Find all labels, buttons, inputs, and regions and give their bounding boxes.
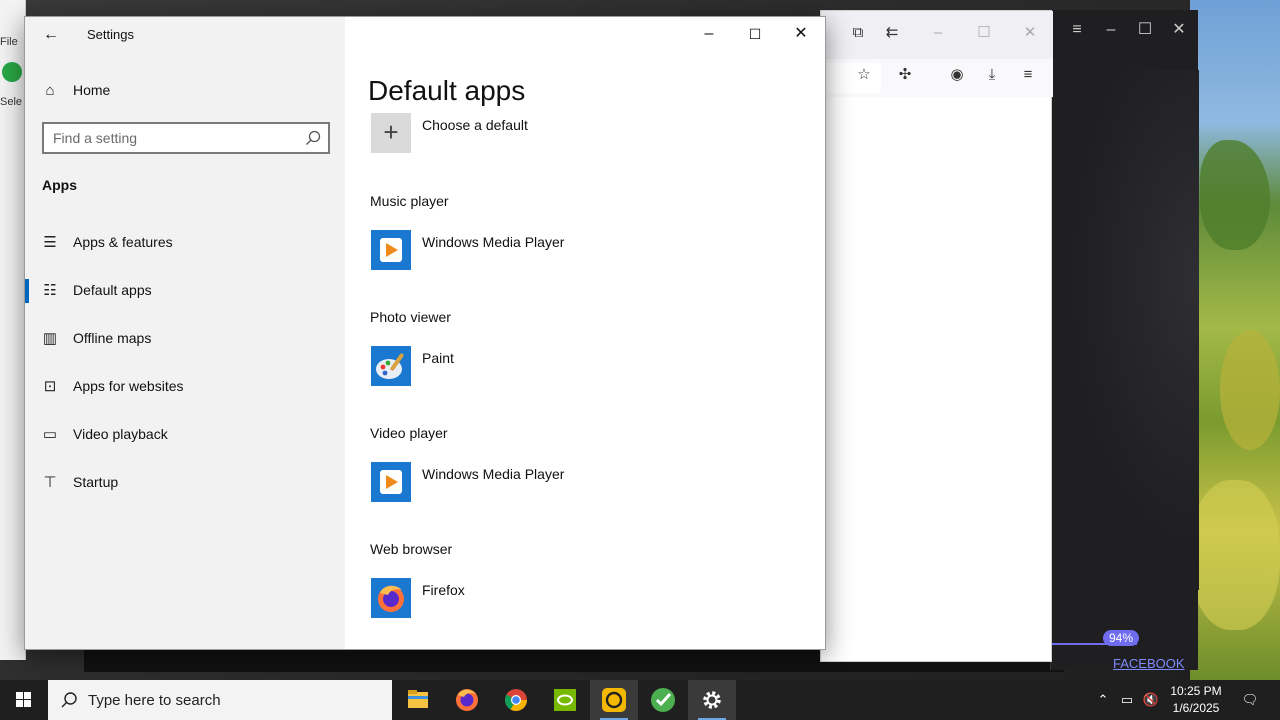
search-icon[interactable] <box>304 129 322 147</box>
system-clock[interactable]: 10:25 PM 1/6/2025 <box>1160 683 1232 717</box>
minimize-icon[interactable]: – <box>1099 20 1123 40</box>
taskbar-search-box[interactable]: Type here to search <box>48 680 392 720</box>
plus-icon: + <box>371 113 411 153</box>
taskbar-search-placeholder: Type here to search <box>88 692 221 709</box>
start-button[interactable] <box>0 680 48 720</box>
list-icon: ☰ <box>43 234 57 251</box>
minimize-icon[interactable]: – <box>927 22 949 44</box>
taskbar-nvidia[interactable] <box>541 680 589 720</box>
clock-time: 10:25 PM <box>1170 684 1222 698</box>
startup-icon: ⊤ <box>43 474 57 491</box>
gear-icon <box>703 691 721 709</box>
minimize-button[interactable]: – <box>686 17 732 51</box>
taskbar: Type here to search ⌃ ▭ 🔇 10:25 PM 1/6/2… <box>0 680 1280 720</box>
volume-muted-icon[interactable]: 🔇 <box>1140 680 1162 720</box>
windows-logo-icon <box>16 692 31 707</box>
hamburger-icon[interactable]: ≡ <box>1065 20 1089 40</box>
clock-date: 1/6/2025 <box>1172 701 1220 715</box>
photo-viewer-app-button[interactable]: Paint <box>371 346 691 388</box>
video-player-app-button[interactable]: Windows Media Player <box>371 462 691 504</box>
network-icon[interactable]: ▭ <box>1116 680 1138 720</box>
menu-icon[interactable]: ≡ <box>1017 64 1039 86</box>
maximize-icon[interactable]: ☐ <box>973 22 995 44</box>
taskbar-file-explorer[interactable] <box>394 680 442 720</box>
back-list-icon[interactable]: ⇇ <box>881 22 903 44</box>
chrome-icon <box>505 689 527 711</box>
category-web-browser: Web browser <box>370 541 453 557</box>
taskbar-firefox[interactable] <box>443 680 491 720</box>
home-icon: ⌂ <box>45 82 55 99</box>
taskbar-yellow-app[interactable] <box>590 680 638 720</box>
menu-file-label: File <box>0 36 18 48</box>
facebook-link[interactable]: FACEBOOK <box>1113 656 1185 671</box>
screenshot-icon[interactable]: ⧉ <box>847 22 869 44</box>
settings-window: ← Settings ⌂ Home Apps ☰ Apps & features… <box>24 16 826 650</box>
nav-default-apps[interactable]: ☷ Default apps <box>25 271 345 311</box>
choose-default-button[interactable]: + Choose a default <box>371 113 671 155</box>
search-input[interactable] <box>44 124 294 152</box>
windows-media-player-icon <box>371 230 411 270</box>
account-icon[interactable]: ◉ <box>946 64 968 86</box>
back-arrow-icon[interactable]: ← <box>37 23 65 47</box>
taskbar-green-app[interactable] <box>639 680 687 720</box>
close-icon[interactable]: ✕ <box>1019 22 1041 44</box>
section-heading-apps: Apps <box>42 177 77 193</box>
close-button[interactable]: ✕ <box>778 17 824 51</box>
paint-icon <box>371 346 411 386</box>
select-label: Sele <box>0 96 23 108</box>
bookmark-star-icon[interactable]: ☆ <box>853 64 875 86</box>
windows-media-player-icon <box>371 462 411 502</box>
active-indicator <box>25 279 29 303</box>
progress-badge: 94% <box>1103 630 1140 646</box>
find-setting-search[interactable] <box>42 122 330 154</box>
page-title: Default apps <box>368 75 526 106</box>
nav-home[interactable]: ⌂ Home <box>25 71 345 111</box>
firefox-icon <box>371 578 411 618</box>
app-yellow-icon <box>602 688 626 712</box>
green-circle-icon <box>2 62 22 82</box>
taskbar-chrome[interactable] <box>492 680 540 720</box>
category-video-player: Video player <box>370 425 448 441</box>
background-dark-window[interactable]: ≡ – ☐ ✕ 94% FACEBOOK <box>1050 10 1199 671</box>
search-icon <box>61 692 77 708</box>
extensions-icon[interactable]: ✣ <box>894 64 916 86</box>
nav-apps-for-websites[interactable]: ⊡ Apps for websites <box>25 367 345 407</box>
maximize-button[interactable]: ☐ <box>732 17 778 51</box>
settings-content: – ☐ ✕ Default apps + Choose a default Mu… <box>345 17 825 649</box>
music-player-app-button[interactable]: Windows Media Player <box>371 230 691 272</box>
map-icon: ▥ <box>42 330 58 347</box>
notification-icon[interactable]: 🗨 <box>1238 680 1262 720</box>
app-green-icon <box>651 688 675 712</box>
nav-apps-features[interactable]: ☰ Apps & features <box>25 223 345 263</box>
video-icon: ▭ <box>42 426 58 443</box>
close-icon[interactable]: ✕ <box>1167 20 1191 40</box>
category-music-player: Music player <box>370 193 449 209</box>
nav-startup[interactable]: ⊤ Startup <box>25 463 345 503</box>
category-photo-viewer: Photo viewer <box>370 309 451 325</box>
maximize-icon[interactable]: ☐ <box>1133 20 1157 40</box>
taskbar-settings[interactable] <box>688 680 736 720</box>
nav-offline-maps[interactable]: ▥ Offline maps <box>25 319 345 359</box>
show-hidden-icons-chevron-icon[interactable]: ⌃ <box>1094 680 1112 720</box>
background-app-left[interactable]: File Sele <box>0 0 26 660</box>
nvidia-icon <box>554 689 576 711</box>
wallpaper-trees <box>1190 0 1280 680</box>
download-icon[interactable]: ⤓ <box>981 64 1003 86</box>
window-title: Settings <box>87 27 134 42</box>
firefox-icon <box>456 689 478 711</box>
settings-sidebar: ← Settings ⌂ Home Apps ☰ Apps & features… <box>25 17 345 649</box>
web-apps-icon: ⊡ <box>43 378 57 395</box>
background-browser-window[interactable]: ⧉ ⇇ – ☐ ✕ ☆ ✣ ◉ ⤓ ≡ <box>820 10 1053 662</box>
web-browser-app-button[interactable]: Firefox <box>371 578 691 620</box>
default-apps-icon: ☷ <box>43 282 57 299</box>
nav-video-playback[interactable]: ▭ Video playback <box>25 415 345 455</box>
folder-icon <box>408 690 428 708</box>
